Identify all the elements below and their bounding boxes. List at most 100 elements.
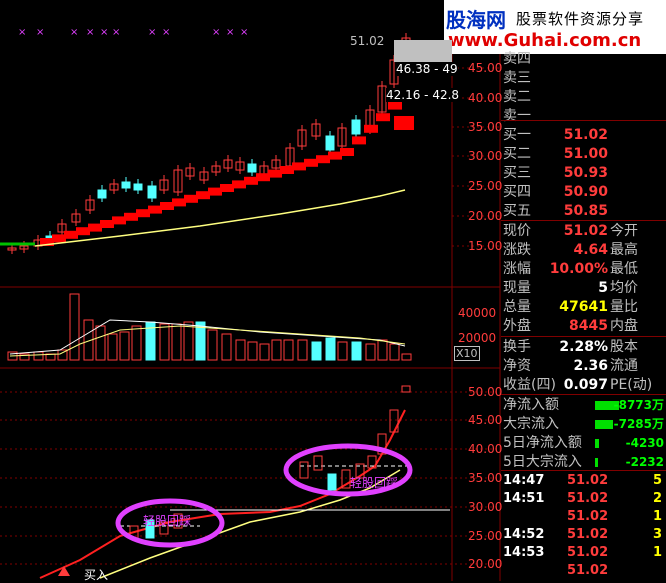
buy-label: 买一 [503, 127, 531, 143]
band-step [160, 202, 174, 210]
trade-row[interactable]: 14:53 51.02 1 [501, 544, 666, 562]
quote-row[interactable]: 总量 47641 量比 [501, 298, 666, 317]
trade-row[interactable]: 51.02 1 [501, 508, 666, 526]
sell-row[interactable]: 卖二 [501, 88, 666, 107]
overlay-label-2: 42.16 - 42.8 [386, 88, 460, 102]
band-step [208, 187, 222, 196]
trade-price: 51.02 [567, 545, 609, 560]
buy-price: 50.85 [563, 203, 608, 219]
band-step [52, 234, 66, 243]
buy-arrow-icon [58, 566, 70, 576]
trade-time: 14:53 [503, 545, 545, 560]
volume-bar [171, 323, 182, 361]
price-tick-label: 45.00 [468, 61, 502, 75]
trade-row[interactable]: 14:47 51.02 5 [501, 472, 666, 490]
buy-row[interactable]: 买一 51.02 [501, 126, 666, 145]
volume-bar [283, 339, 294, 361]
quote-label-2: 均价 [610, 280, 638, 296]
flow-row[interactable]: 5日净流入额 -4230 [501, 434, 666, 453]
volume-bar [207, 329, 218, 361]
buy-row[interactable]: 买二 51.00 [501, 145, 666, 164]
indicator-grid [0, 391, 500, 565]
stat-label-2: PE(动) [610, 377, 653, 393]
candle-body [247, 163, 257, 173]
stat-row[interactable]: 收益(四) 0.097 PE(动) [501, 376, 666, 395]
annotation-1: 轻股回踩 [143, 514, 192, 528]
quote-label: 外盘 [503, 318, 531, 334]
flow-row[interactable]: 净流入额 -8773万 [501, 396, 666, 415]
quote-row[interactable]: 现量 5 均价 [501, 279, 666, 298]
quote-row[interactable]: 涨幅 10.00% 最低 [501, 260, 666, 279]
stat-label: 收益(四) [503, 377, 556, 393]
flow-label: 净流入额 [503, 397, 559, 413]
quote-value: 47641 [559, 299, 608, 315]
panel-divider [501, 220, 666, 221]
volume-bars [7, 293, 412, 361]
quote-row[interactable]: 外盘 8445 内盘 [501, 317, 666, 336]
volume-bar [351, 341, 362, 361]
trade-volume: 5 [652, 473, 662, 488]
buy-label: 买二 [503, 146, 531, 162]
stat-row[interactable]: 净资 2.36 流通 [501, 357, 666, 376]
trade-volume: 1 [652, 509, 662, 524]
flow-bar [595, 439, 599, 448]
marker: × [226, 27, 234, 38]
flow-label: 大宗流入 [503, 416, 559, 432]
band-step [100, 220, 114, 228]
band-step [292, 162, 306, 171]
trade-row[interactable]: 14:52 51.02 3 [501, 526, 666, 544]
indicator-tick-label: 20.00 [468, 557, 502, 571]
trade-price: 51.02 [567, 509, 609, 524]
buy-row[interactable]: 买三 50.93 [501, 164, 666, 183]
volume-bar [235, 339, 246, 361]
band-step [112, 216, 126, 225]
quote-row[interactable]: 现价 51.02 今开 [501, 222, 666, 241]
quote-value: 5 [598, 280, 608, 296]
band-step [364, 124, 378, 133]
volume-bar [325, 337, 336, 361]
candle-body [147, 185, 157, 199]
trade-time: 14:47 [503, 473, 545, 488]
band-step [136, 209, 150, 218]
quote-label: 现价 [503, 223, 531, 239]
buy-price: 50.93 [563, 165, 608, 181]
band-step [76, 227, 90, 236]
flow-row[interactable]: 大宗流入 -7285万 [501, 415, 666, 434]
trade-price: 51.02 [567, 473, 609, 488]
stat-label: 换手 [503, 339, 531, 355]
indicator-candle [313, 455, 323, 471]
panel-divider [501, 120, 666, 121]
volume-bar [69, 293, 80, 361]
buy-row[interactable]: 买四 50.90 [501, 183, 666, 202]
band-step [220, 184, 234, 192]
sell-label: 卖三 [503, 70, 531, 86]
sell-row[interactable]: 卖四 [501, 50, 666, 69]
marker: × [100, 27, 108, 38]
marker: × [162, 27, 170, 38]
sell-row[interactable]: 卖一 [501, 107, 666, 126]
stat-row[interactable]: 换手 2.28% 股本 [501, 338, 666, 357]
quote-row[interactable]: 涨跌 4.64 最高 [501, 241, 666, 260]
quote-value: 51.02 [563, 223, 608, 239]
band-step [88, 223, 102, 232]
band-step [394, 116, 414, 130]
price-tick-label: 35.00 [468, 120, 502, 134]
buy-price: 51.00 [563, 146, 608, 162]
price-tick-label: 30.00 [468, 149, 502, 163]
trade-row[interactable]: 51.02 [501, 562, 666, 580]
volume-bar [311, 341, 322, 361]
sell-row[interactable]: 卖三 [501, 69, 666, 88]
trade-price: 51.02 [567, 563, 609, 578]
marker: × [18, 27, 26, 38]
sell-label: 卖一 [503, 108, 531, 124]
logo-title: 股海网 [446, 8, 506, 32]
site-logo[interactable]: 股海网 股票软件资源分享 www.Guhai.com.cn [444, 0, 666, 54]
quote-label-2: 量比 [610, 299, 638, 315]
overlay-label-1: 46.38 - 49 [396, 62, 458, 76]
flow-value: -7285万 [613, 417, 664, 431]
trade-row[interactable]: 14:51 51.02 2 [501, 490, 666, 508]
volume-bar [183, 321, 194, 361]
buy-row[interactable]: 买五 50.85 [501, 202, 666, 221]
panel-divider [501, 470, 666, 471]
trade-volume: 1 [652, 545, 662, 560]
